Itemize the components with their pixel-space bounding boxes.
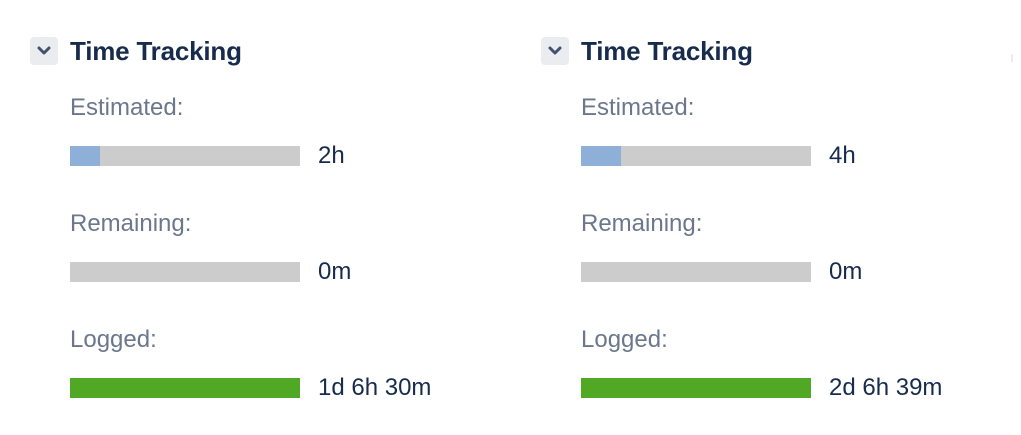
logged-label: Logged:: [70, 326, 157, 353]
remaining-value: 0m: [318, 258, 352, 285]
remaining-row: 0m: [70, 258, 351, 286]
estimated-row: 4h: [581, 142, 856, 170]
remaining-bar: [581, 262, 811, 282]
remaining-row: 0m: [581, 258, 862, 286]
logged-label: Logged:: [581, 326, 668, 353]
section-title: Time Tracking: [581, 36, 753, 66]
estimated-bar: [581, 146, 811, 166]
estimated-bar-fill: [70, 146, 100, 166]
time-tracking-header: Time Tracking: [541, 36, 753, 66]
edge-divider: [1011, 54, 1013, 62]
estimated-bar: [70, 146, 300, 166]
collapse-toggle-button[interactable]: [541, 37, 569, 65]
section-title: Time Tracking: [70, 36, 242, 66]
remaining-bar: [70, 262, 300, 282]
logged-row: 2d 6h 39m: [581, 374, 942, 402]
estimated-label: Estimated:: [581, 94, 695, 121]
logged-value: 2d 6h 39m: [829, 374, 943, 401]
logged-value: 1d 6h 30m: [318, 374, 432, 401]
logged-bar-fill: [581, 378, 811, 398]
logged-row: 1d 6h 30m: [70, 374, 431, 402]
remaining-label: Remaining:: [70, 210, 192, 237]
collapse-toggle-button[interactable]: [30, 37, 58, 65]
logged-bar: [581, 378, 811, 398]
chevron-down-icon: [37, 46, 51, 55]
estimated-value: 4h: [829, 142, 856, 169]
estimated-value: 2h: [318, 142, 345, 169]
logged-bar-fill: [70, 378, 300, 398]
time-tracking-panel-2: Time Tracking Estimated: 4h Remaining: 0…: [541, 0, 1021, 435]
estimated-bar-fill: [581, 146, 622, 166]
remaining-value: 0m: [829, 258, 863, 285]
estimated-label: Estimated:: [70, 94, 184, 121]
logged-bar: [70, 378, 300, 398]
time-tracking-header: Time Tracking: [30, 36, 242, 66]
chevron-down-icon: [548, 46, 562, 55]
time-tracking-panel-1: Time Tracking Estimated: 2h Remaining: 0…: [30, 0, 510, 435]
remaining-label: Remaining:: [581, 210, 703, 237]
estimated-row: 2h: [70, 142, 345, 170]
